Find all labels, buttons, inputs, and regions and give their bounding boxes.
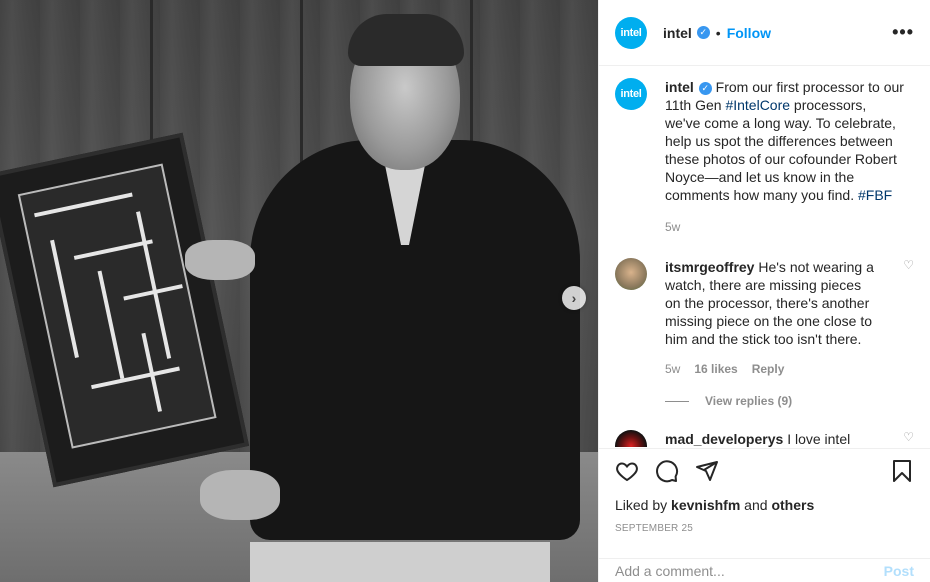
post-photo[interactable]: › bbox=[0, 0, 598, 582]
action-icons bbox=[615, 459, 914, 483]
comment-input[interactable] bbox=[615, 562, 884, 579]
comment-username[interactable]: itsmrgeoffrey bbox=[665, 259, 754, 275]
verified-badge-icon: ✓ bbox=[698, 81, 712, 95]
hashtag-link[interactable]: #IntelCore bbox=[725, 97, 790, 113]
commenter-avatar[interactable] bbox=[615, 258, 647, 290]
comment: mad_developerys I love intel ♡ bbox=[615, 430, 914, 447]
follow-button[interactable]: Follow bbox=[727, 25, 771, 41]
account-avatar[interactable]: intel bbox=[615, 16, 647, 49]
next-photo-button[interactable]: › bbox=[562, 286, 586, 310]
post-sidebar: intel intel ✓ • Follow ••• intel intel ✓ … bbox=[598, 0, 930, 582]
reply-button[interactable]: Reply bbox=[752, 362, 785, 376]
post-viewer: › intel intel ✓ • Follow ••• intel intel… bbox=[0, 0, 930, 582]
account-username[interactable]: intel bbox=[663, 25, 692, 41]
comment: itsmrgeoffrey He's not wearing a watch, … bbox=[615, 258, 914, 348]
comment-likes[interactable]: 16 likes bbox=[694, 362, 737, 376]
comment-body: mad_developerys I love intel bbox=[665, 430, 875, 447]
person-hair bbox=[348, 14, 464, 66]
caption-timestamp[interactable]: 5w bbox=[665, 218, 905, 236]
comment-icon[interactable] bbox=[655, 459, 679, 483]
post-date[interactable]: SEPTEMBER 25 bbox=[615, 523, 914, 534]
comment-timestamp[interactable]: 5w bbox=[665, 362, 680, 376]
processor-layout bbox=[17, 163, 217, 449]
liked-by-others[interactable]: others bbox=[771, 497, 814, 513]
caption-body: intel ✓ From our first processor to our 1… bbox=[665, 78, 905, 236]
liked-by: Liked by kevnishfm and others bbox=[615, 497, 914, 513]
post-comment-button[interactable]: Post bbox=[884, 563, 914, 579]
like-comment-heart-icon[interactable]: ♡ bbox=[903, 258, 914, 348]
view-replies-button[interactable]: View replies (9) bbox=[665, 394, 914, 408]
add-comment-bar: Post bbox=[599, 558, 930, 582]
replies-line bbox=[665, 400, 689, 402]
heart-icon[interactable] bbox=[615, 459, 639, 483]
view-replies-label: View replies (9) bbox=[705, 394, 793, 408]
like-comment-heart-icon[interactable]: ♡ bbox=[903, 430, 914, 447]
bookmark-icon[interactable] bbox=[890, 459, 914, 483]
comments-list[interactable]: intel intel ✓ From our first processor to… bbox=[599, 66, 930, 447]
liked-by-user[interactable]: kevnishfm bbox=[671, 497, 740, 513]
post-actions: Liked by kevnishfm and others SEPTEMBER … bbox=[599, 448, 930, 534]
hashtag-link[interactable]: #FBF bbox=[858, 187, 892, 203]
post-header: intel intel ✓ • Follow ••• bbox=[599, 0, 930, 66]
separator-dot: • bbox=[715, 24, 721, 41]
comment-username[interactable]: mad_developerys bbox=[665, 431, 783, 447]
comment-text: I love intel bbox=[787, 431, 851, 447]
comment-body: itsmrgeoffrey He's not wearing a watch, … bbox=[665, 258, 875, 348]
chevron-right-icon: › bbox=[571, 290, 577, 306]
desk-paper bbox=[250, 542, 550, 582]
share-icon[interactable] bbox=[695, 459, 719, 483]
liked-by-mid: and bbox=[740, 497, 772, 513]
caption-avatar[interactable]: intel bbox=[615, 78, 647, 110]
more-options-icon[interactable]: ••• bbox=[892, 22, 914, 43]
person-hand bbox=[200, 470, 280, 520]
comment-meta: 5w 16 likes Reply bbox=[665, 362, 914, 376]
liked-by-prefix: Liked by bbox=[615, 497, 672, 513]
commenter-avatar[interactable] bbox=[615, 430, 647, 447]
caption: intel intel ✓ From our first processor to… bbox=[615, 78, 914, 236]
caption-username[interactable]: intel bbox=[665, 79, 694, 95]
verified-badge-icon: ✓ bbox=[696, 26, 710, 39]
person-hand bbox=[185, 240, 255, 280]
